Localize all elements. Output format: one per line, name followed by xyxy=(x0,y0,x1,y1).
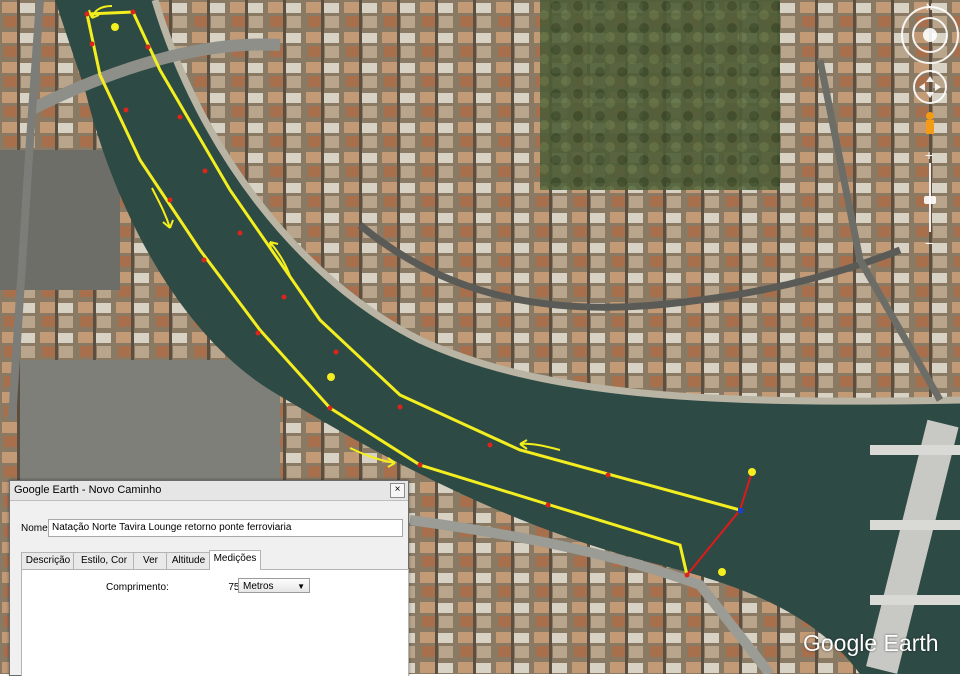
dialog-title-bar[interactable]: Google Earth - Novo Caminho × xyxy=(10,481,408,501)
path-vertex[interactable] xyxy=(545,502,551,508)
path-properties-dialog: Google Earth - Novo Caminho × Nome: Nata… xyxy=(9,480,409,676)
tab-style-color[interactable]: Estilo, Cor xyxy=(73,552,135,569)
path-vertex[interactable] xyxy=(684,572,690,578)
buoy xyxy=(718,568,726,576)
name-field[interactable]: Natação Norte Tavira Lounge retorno pont… xyxy=(48,519,403,537)
unit-select-value: Metros xyxy=(243,581,274,592)
path-vertex[interactable] xyxy=(605,472,611,478)
compass-north-label: N xyxy=(926,2,933,12)
hill-vegetation xyxy=(540,0,780,190)
tab-description[interactable]: Descrição xyxy=(21,552,75,569)
path-vertex[interactable] xyxy=(487,442,493,448)
path-vertex[interactable] xyxy=(201,257,207,263)
zoom-out-button[interactable]: − xyxy=(925,235,933,251)
path-vertex[interactable] xyxy=(167,197,173,203)
zoom-in-button[interactable]: + xyxy=(925,147,933,163)
path-vertex[interactable] xyxy=(84,11,90,17)
google-earth-watermark: Google Earth xyxy=(803,630,939,656)
bus-station xyxy=(20,360,280,480)
path-vertex[interactable] xyxy=(123,107,129,113)
path-vertex[interactable] xyxy=(327,405,333,411)
unit-select[interactable]: Metros ▼ xyxy=(238,578,310,593)
path-vertex[interactable] xyxy=(333,349,339,355)
path-endpoint-marker[interactable] xyxy=(738,508,743,513)
buoy xyxy=(748,468,756,476)
path-vertex[interactable] xyxy=(237,230,243,236)
street-view-pegman-icon[interactable] xyxy=(926,112,934,134)
length-label: Comprimento: xyxy=(106,582,169,593)
path-vertex[interactable] xyxy=(130,9,136,15)
name-label: Nome: xyxy=(21,523,51,534)
tab-view[interactable]: Ver xyxy=(133,552,168,569)
path-vertex[interactable] xyxy=(177,114,183,120)
chevron-down-icon: ▼ xyxy=(297,582,305,591)
tab-measurements[interactable]: Medições xyxy=(209,550,261,570)
measurements-panel: Comprimento: 750 Metros ▼ xyxy=(21,569,409,676)
close-button[interactable]: × xyxy=(390,483,405,498)
path-vertex[interactable] xyxy=(397,404,403,410)
buoy xyxy=(111,23,119,31)
path-vertex[interactable] xyxy=(202,168,208,174)
path-vertex[interactable] xyxy=(281,294,287,300)
path-vertex[interactable] xyxy=(89,41,95,47)
tab-altitude[interactable]: Altitude xyxy=(166,552,211,569)
dialog-title: Google Earth - Novo Caminho xyxy=(14,484,162,496)
path-vertex[interactable] xyxy=(255,330,261,336)
path-vertex[interactable] xyxy=(145,44,151,50)
buoy xyxy=(327,373,335,381)
path-vertex[interactable] xyxy=(417,462,423,468)
